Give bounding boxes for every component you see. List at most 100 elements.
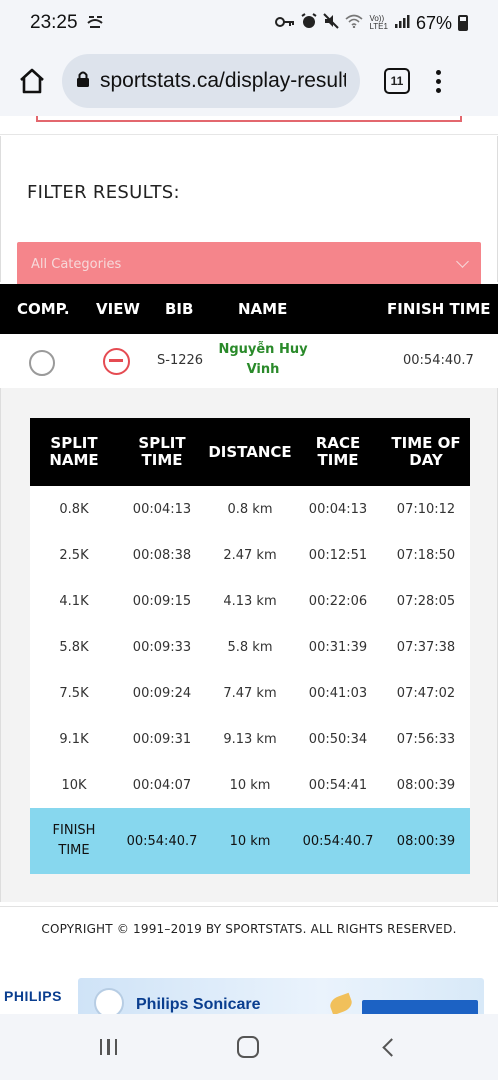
header-name[interactable]: NAME: [238, 300, 287, 318]
header-split-time: SPLIT TIME: [138, 434, 186, 469]
home-nav-button[interactable]: [237, 1036, 260, 1058]
ad-banner[interactable]: PHILIPS Philips Sonicare: [0, 978, 498, 1014]
split-rows: 0.8K 00:04:13 0.8 km 00:04:13 07:10:12 2.5K 00…: [30, 486, 470, 808]
split-row: 5.8K 00:09:33 5.8 km 00:31:39 07:37:38: [30, 624, 470, 670]
result-row: S-1226 Nguyễn Huy Vinh 00:54:40.7: [0, 334, 498, 388]
cell-split-time: 00:54:40.7: [126, 833, 198, 849]
system-navigation-bar: [0, 1014, 498, 1080]
header-split-name: SPLIT NAME: [49, 434, 99, 469]
cell-time-of-day: 07:37:38: [396, 639, 456, 655]
chevron-down-icon: [456, 255, 469, 268]
cell-time-of-day: 07:18:50: [396, 547, 456, 563]
cell-time-of-day: 07:10:12: [396, 501, 456, 517]
header-time-of-day: TIME OF DAY: [391, 434, 461, 469]
header-bib[interactable]: BIB: [165, 300, 193, 318]
mute-icon: [323, 13, 340, 33]
cell-split-name: 7.5K: [59, 685, 89, 701]
status-time: 23:25: [30, 12, 78, 33]
cell-race-time: 00:31:39: [308, 639, 368, 655]
cell-race-time: 00:54:41: [308, 777, 368, 793]
cell-split-time: 00:09:31: [132, 731, 192, 747]
header-comp[interactable]: COMP.: [17, 300, 70, 318]
address-bar[interactable]: sportstats.ca/display-result: [62, 54, 360, 108]
split-table-header: SPLIT NAME SPLIT TIME DISTANCE RACE TIME…: [30, 418, 470, 486]
lock-icon: [76, 70, 90, 93]
cell-split-time: 00:04:13: [132, 501, 192, 517]
split-row: 2.5K 00:08:38 2.47 km 00:12:51 07:18:50: [30, 532, 470, 578]
footer-divider: [0, 906, 498, 907]
key-icon: [275, 15, 295, 32]
cell-distance: 4.13 km: [223, 593, 277, 609]
cell-split-name: 10K: [61, 777, 87, 793]
ad-decoration-icon: [327, 992, 355, 1014]
status-bar: 23:25 Vo)) LTE1 67%: [0, 0, 498, 46]
header-finish-time[interactable]: FINISH TIME: [387, 300, 491, 318]
runner-name-link[interactable]: Nguyễn Huy Vinh: [208, 340, 318, 380]
category-select[interactable]: All Categories: [17, 242, 481, 286]
tab-switcher-button[interactable]: 11: [384, 68, 410, 94]
split-row: 9.1K 00:09:31 9.13 km 00:50:34 07:56:33: [30, 716, 470, 762]
wifi-icon: [345, 14, 363, 32]
ad-brand-logo: PHILIPS: [4, 988, 62, 1004]
split-details: SPLIT NAME SPLIT TIME DISTANCE RACE TIME…: [0, 388, 498, 902]
divider: [0, 134, 498, 135]
copyright-text: COPYRIGHT © 1991–2019 BY SPORTSTATS. ALL…: [41, 922, 457, 936]
url-text: sportstats.ca/display-result: [100, 69, 346, 92]
split-row: 7.5K 00:09:24 7.47 km 00:41:03 07:47:02: [30, 670, 470, 716]
header-view[interactable]: VIEW: [96, 300, 140, 318]
search-box-remnant: [36, 116, 462, 122]
battery-percent: 67%: [415, 12, 452, 33]
cell-time-of-day: 07:56:33: [396, 731, 456, 747]
cell-time-of-day: 07:47:02: [396, 685, 456, 701]
back-button[interactable]: [382, 1037, 401, 1057]
cell-time-of-day: 07:28:05: [396, 593, 456, 609]
cell-distance: 7.47 km: [223, 685, 277, 701]
cell-race-time: 00:04:13: [308, 501, 368, 517]
battery-icon: [458, 15, 468, 31]
sleep-icon: [86, 13, 104, 33]
split-row: 0.8K 00:04:13 0.8 km 00:04:13 07:10:12: [30, 486, 470, 532]
cell-split-name: 4.1K: [59, 593, 89, 609]
cell-split-time: 00:04:07: [132, 777, 192, 793]
split-row: 4.1K 00:09:15 4.13 km 00:22:06 07:28:05: [30, 578, 470, 624]
runner-name-line2: Vinh: [246, 362, 280, 377]
cell-race-time: 00:50:34: [308, 731, 368, 747]
cell-distance: 9.13 km: [223, 731, 277, 747]
cell-split-time: 00:09:15: [132, 593, 192, 609]
home-button[interactable]: [14, 63, 50, 99]
category-select-value: All Categories: [31, 256, 122, 272]
compare-radio[interactable]: [29, 350, 55, 376]
ad-cta-graphic: [362, 1000, 478, 1014]
cell-race-time: 00:41:03: [308, 685, 368, 701]
cell-split-name: 5.8K: [59, 639, 89, 655]
cell-time-of-day: 08:00:39: [396, 777, 456, 793]
overflow-menu-button[interactable]: [436, 69, 441, 93]
header-race-time: RACE TIME: [315, 434, 361, 469]
cell-split-name: 9.1K: [59, 731, 89, 747]
cell-split-time: 00:09:24: [132, 685, 192, 701]
cell-split-name: 0.8K: [59, 501, 89, 517]
cell-distance: 5.8 km: [227, 639, 273, 655]
ad-product-name: Philips Sonicare: [136, 996, 261, 1013]
cell-split-name: FINISH TIME: [52, 823, 96, 858]
cell-race-time: 00:54:40.7: [302, 833, 374, 849]
recents-button[interactable]: [99, 1039, 118, 1055]
finish-time: 00:54:40.7: [403, 353, 474, 368]
cell-race-time: 00:22:06: [308, 593, 368, 609]
split-table: SPLIT NAME SPLIT TIME DISTANCE RACE TIME…: [30, 418, 470, 874]
cell-distance: 10 km: [229, 833, 271, 849]
filter-section: FILTER RESULTS: All Categories: [0, 136, 498, 286]
runner-name-line1: Nguyễn Huy: [218, 342, 308, 357]
ad-creative[interactable]: Philips Sonicare: [78, 978, 484, 1014]
finish-split-row: FINISH TIME 00:54:40.7 10 km 00:54:40.7 …: [30, 808, 470, 874]
alarm-icon: [301, 13, 317, 33]
split-row: 10K 00:04:07 10 km 00:54:41 08:00:39: [30, 762, 470, 808]
cell-distance: 10 km: [229, 777, 271, 793]
cell-split-time: 00:09:33: [132, 639, 192, 655]
header-distance: DISTANCE: [208, 442, 292, 461]
cell-split-name: 2.5K: [59, 547, 89, 563]
cell-time-of-day: 08:00:39: [396, 833, 456, 849]
signal-icon: [394, 14, 410, 32]
collapse-details-icon[interactable]: [103, 348, 130, 375]
volte-icon: Vo)) LTE1: [369, 14, 388, 31]
